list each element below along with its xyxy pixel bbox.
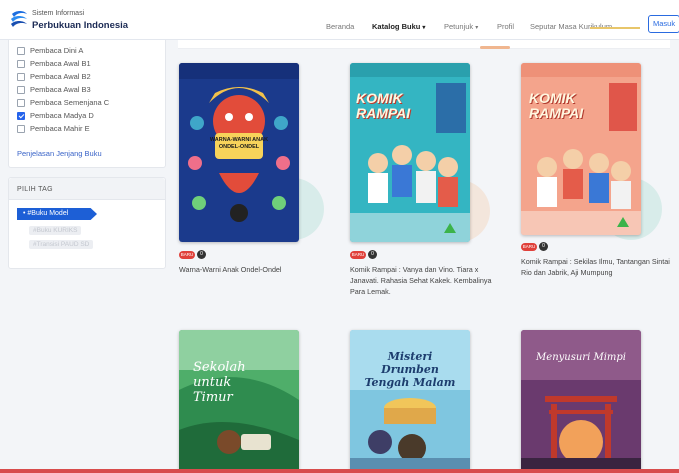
book-badges: BARU 0 [350,250,377,259]
nav-highlight [590,27,640,29]
brand-subtitle: Sistem Informasi [32,10,85,17]
tag-panel-header: PILIH TAG [9,178,165,200]
cover-illustration-icon [179,63,299,242]
reading-level-filter-panel: Pembaca Dini A Pembaca Awal B1 Pembaca A… [8,40,166,168]
chevron-down-icon: ▾ [422,25,426,31]
tag-filter-panel: PILIH TAG • #Buku Model #Buku KURIKS #Tr… [8,177,166,269]
book-badges: BARU 0 [521,242,548,251]
login-button[interactable]: Masuk [648,15,679,33]
level-option[interactable]: Pembaca Awal B1 [17,59,91,68]
bottom-edge-bar [0,469,679,473]
tag-transisi-paud-sd[interactable]: #Transisi PAUD SD [29,240,94,249]
level-option[interactable]: Pembaca Awal B2 [17,72,91,81]
book-cover[interactable]: WARNA-WARNI ANAK ONDEL-ONDEL [179,63,299,242]
checkbox[interactable] [17,72,25,81]
book-cover[interactable]: Misteri Drumben Tengah Malam [350,330,470,473]
cover-title: Sekolah untuk Timur [193,360,246,405]
book-cover[interactable]: KOMIK RAMPAI [521,63,641,235]
cover-illustration-icon [521,63,641,235]
checkbox[interactable] [17,59,25,68]
top-navbar: Sistem Informasi Perbukuan Indonesia Ber… [0,0,679,40]
search-button-edge[interactable] [480,46,510,49]
brand-title[interactable]: Perbukuan Indonesia [32,20,128,31]
book-title[interactable]: Komik Rampai : Sekilas Ilmu, Tantangan S… [521,256,671,278]
view-count-badge: 0 [197,250,206,259]
checkbox[interactable] [17,98,25,107]
book-title[interactable]: Komik Rampai : Vanya dan Vino. Tiara x J… [350,264,500,297]
tag-panel-title: PILIH TAG [17,186,53,193]
book-cover[interactable]: Sekolah untuk Timur [179,330,299,473]
level-option[interactable]: Pembaca Dini A [17,46,83,55]
cover-title: KOMIK RAMPAI [356,90,411,121]
nav-beranda[interactable]: Beranda [326,22,354,31]
tag-buku-kurikulum[interactable]: #Buku KURIKS [29,226,82,235]
cover-title: Misteri Drumben Tengah Malam [364,350,456,389]
cover-title: KOMIK RAMPAI [529,90,584,121]
nav-petunjuk[interactable]: Petunjuk ▾ [444,22,478,31]
level-option[interactable]: Pembaca Semenjana C [17,98,109,107]
book-badges: BARU 0 [179,250,206,259]
new-badge: BARU [350,250,366,259]
view-count-badge: 0 [539,242,548,251]
level-option[interactable]: Pembaca Madya D [17,111,94,120]
level-option[interactable]: Pembaca Mahir E [17,124,90,133]
book-cover[interactable]: Menyusuri Mimpi [521,330,641,473]
cover-title: Menyusuri Mimpi [536,352,626,363]
search-bar-strip [178,40,670,49]
siber-logo-icon[interactable] [8,8,30,30]
book-title[interactable]: Warna-Warni Anak Ondel-Ondel [179,264,329,275]
checkbox-checked[interactable] [17,111,25,120]
level-explanation-link[interactable]: Penjelasan Jenjang Buku [17,149,102,158]
checkbox[interactable] [17,46,25,55]
chevron-down-icon: ▾ [475,25,479,31]
nav-profil[interactable]: Profil [497,22,514,31]
checkbox[interactable] [17,124,25,133]
new-badge: BARU [179,250,195,259]
level-option[interactable]: Pembaca Awal B3 [17,85,91,94]
checkbox[interactable] [17,85,25,94]
view-count-badge: 0 [368,250,377,259]
new-badge: BARU [521,242,537,251]
book-cover[interactable]: KOMIK RAMPAI [350,63,470,242]
cover-title: WARNA-WARNI ANAK ONDEL-ONDEL [209,137,269,150]
tag-buku-model[interactable]: • #Buku Model [17,208,97,220]
nav-katalog-buku[interactable]: Katalog Buku ▾ [372,22,425,31]
